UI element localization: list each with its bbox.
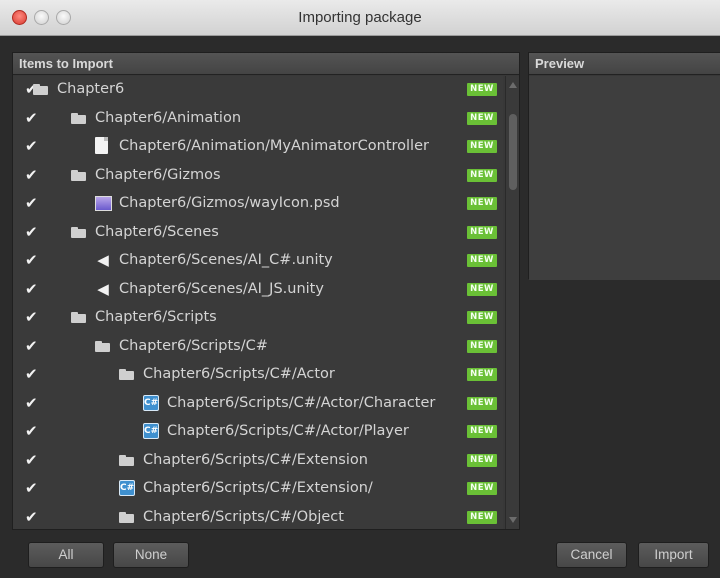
item-checkbox[interactable]: ✔ xyxy=(25,452,39,467)
item-path-label: Chapter6/Scripts/C#/Object xyxy=(143,508,344,525)
folder-icon xyxy=(71,309,87,325)
item-checkbox[interactable]: ✔ xyxy=(25,338,39,353)
new-badge: NEW xyxy=(467,225,497,239)
new-badge: NEW xyxy=(467,339,497,353)
scrollbar-thumb[interactable] xyxy=(509,114,517,190)
items-to-import-panel: Items to Import ✔ Chapter6 NEW ✔ Chapter6/An… xyxy=(12,52,520,530)
cs-script-icon: C# xyxy=(119,480,135,496)
item-checkbox[interactable]: ✔ xyxy=(25,281,39,296)
import-item-row[interactable]: ✔ Chapter6/Gizmos/wayIcon.psd NEW xyxy=(13,190,503,219)
import-item-row[interactable]: ✔ Chapter6/Scripts/C#/Actor NEW xyxy=(13,361,503,390)
item-checkbox[interactable]: ✔ xyxy=(25,310,39,325)
import-item-row[interactable]: ✔ Chapter6/Scripts/C#/Object NEW xyxy=(13,504,503,530)
item-path-label: Chapter6/Animation xyxy=(95,109,242,126)
items-panel-header: Items to Import xyxy=(13,53,519,75)
item-checkbox[interactable]: ✔ xyxy=(25,253,39,268)
item-path-label: Chapter6/Scenes/AI_C#.unity xyxy=(119,252,333,268)
new-badge: NEW xyxy=(467,453,497,467)
image-icon xyxy=(95,196,112,211)
item-checkbox[interactable]: ✔ xyxy=(25,395,39,410)
new-badge: NEW xyxy=(467,83,497,96)
new-badge: NEW xyxy=(467,396,497,410)
new-badge: NEW xyxy=(467,510,497,524)
new-badge: NEW xyxy=(467,140,497,153)
item-checkbox[interactable]: ✔ xyxy=(25,224,39,239)
item-path-label: Chapter6/Gizmos/wayIcon.psd xyxy=(119,195,340,211)
scroll-down-arrow-icon[interactable] xyxy=(509,517,517,523)
items-scrollbar[interactable] xyxy=(505,76,519,529)
new-badge: NEW xyxy=(467,254,497,267)
item-path-label: Chapter6/Scripts/C#/Extension/ xyxy=(143,480,373,496)
import-item-row[interactable]: ✔ C# Chapter6/Scripts/C#/Actor/Character NE… xyxy=(13,390,503,419)
import-item-row[interactable]: ✔ Chapter6/Animation/MyAnimatorController… xyxy=(13,133,503,162)
item-path-label: Chapter6/Scenes xyxy=(95,223,219,240)
import-item-row[interactable]: ✔ Chapter6/Animation NEW xyxy=(13,105,503,134)
title-bar: Importing package xyxy=(0,0,720,36)
select-all-button[interactable]: All xyxy=(28,542,104,568)
new-badge: NEW xyxy=(467,425,497,438)
item-path-label: Chapter6/Scripts/C#/Actor xyxy=(143,366,335,382)
import-button[interactable]: Import xyxy=(638,542,709,568)
unity-icon: ◀ xyxy=(97,279,109,298)
item-checkbox[interactable]: ✔ xyxy=(25,139,39,154)
folder-icon xyxy=(71,167,87,183)
item-path-label: Chapter6/Scripts/C# xyxy=(119,337,268,354)
item-path-label: Chapter6/Gizmos xyxy=(95,166,221,183)
item-checkbox[interactable]: ✔ xyxy=(25,196,39,211)
import-package-window: Importing package Items to Import ✔ Chapt… xyxy=(0,0,720,578)
item-path-label: Chapter6/Animation/MyAnimatorController xyxy=(119,138,429,154)
import-item-row[interactable]: ✔ Chapter6 NEW xyxy=(13,76,503,105)
item-path-label: Chapter6 xyxy=(57,81,125,97)
select-none-button[interactable]: None xyxy=(113,542,189,568)
folder-icon xyxy=(95,338,111,354)
import-item-row[interactable]: ✔ ◀ Chapter6/Scenes/AI_JS.unity NEW xyxy=(13,276,503,305)
file-icon xyxy=(95,137,108,154)
new-badge: NEW xyxy=(467,311,497,324)
import-item-row[interactable]: ✔ Chapter6/Scripts NEW xyxy=(13,304,503,333)
item-checkbox[interactable]: ✔ xyxy=(25,110,39,125)
import-item-row[interactable]: ✔ Chapter6/Gizmos NEW xyxy=(13,162,503,191)
window-title: Importing package xyxy=(298,9,422,26)
folder-icon xyxy=(119,509,135,525)
new-badge: NEW xyxy=(467,197,497,210)
item-checkbox[interactable]: ✔ xyxy=(25,481,39,496)
folder-icon xyxy=(71,110,87,126)
import-item-row[interactable]: ✔ C# Chapter6/Scripts/C#/Extension/NEW xyxy=(13,475,503,504)
import-item-row[interactable]: ✔ ◀ Chapter6/Scenes/AI_C#.unity NEW xyxy=(13,247,503,276)
new-badge: NEW xyxy=(467,111,497,125)
new-badge: NEW xyxy=(467,168,497,182)
folder-icon xyxy=(33,81,49,97)
preview-panel: Preview xyxy=(528,52,720,280)
cs-script-icon: C# xyxy=(143,394,159,411)
new-badge: NEW xyxy=(467,482,497,495)
scroll-up-arrow-icon[interactable] xyxy=(509,82,517,88)
item-path-label: Chapter6/Scripts/C#/Actor/Character xyxy=(167,394,436,411)
item-path-label: Chapter6/Scripts xyxy=(95,309,217,325)
import-item-row[interactable]: ✔ Chapter6/Scripts/C#/Extension NEW xyxy=(13,447,503,476)
item-checkbox[interactable]: ✔ xyxy=(25,167,39,182)
unity-icon: ◀ xyxy=(97,251,109,269)
import-items-list: ✔ Chapter6 NEW ✔ Chapter6/Animation NEW ✔ Chapt… xyxy=(13,76,503,529)
folder-icon xyxy=(119,366,135,382)
item-path-label: Chapter6/Scripts/C#/Extension xyxy=(143,451,368,468)
folder-icon xyxy=(119,452,135,468)
item-path-label: Chapter6/Scenes/AI_JS.unity xyxy=(119,280,324,297)
import-item-row[interactable]: ✔ Chapter6/Scripts/C# NEW xyxy=(13,333,503,362)
preview-area xyxy=(529,76,720,280)
item-checkbox[interactable]: ✔ xyxy=(25,424,39,439)
item-path-label: Chapter6/Scripts/C#/Actor/Player xyxy=(167,423,409,439)
item-checkbox[interactable]: ✔ xyxy=(25,367,39,382)
import-item-row[interactable]: ✔ Chapter6/Scenes NEW xyxy=(13,219,503,248)
folder-icon xyxy=(71,224,87,240)
import-item-row[interactable]: ✔ C# Chapter6/Scripts/C#/Actor/Player NEW xyxy=(13,418,503,447)
new-badge: NEW xyxy=(467,282,497,296)
preview-panel-header: Preview xyxy=(529,53,720,75)
new-badge: NEW xyxy=(467,368,497,381)
item-checkbox[interactable]: ✔ xyxy=(25,509,39,524)
cancel-button[interactable]: Cancel xyxy=(556,542,627,568)
cs-script-icon: C# xyxy=(143,423,159,439)
